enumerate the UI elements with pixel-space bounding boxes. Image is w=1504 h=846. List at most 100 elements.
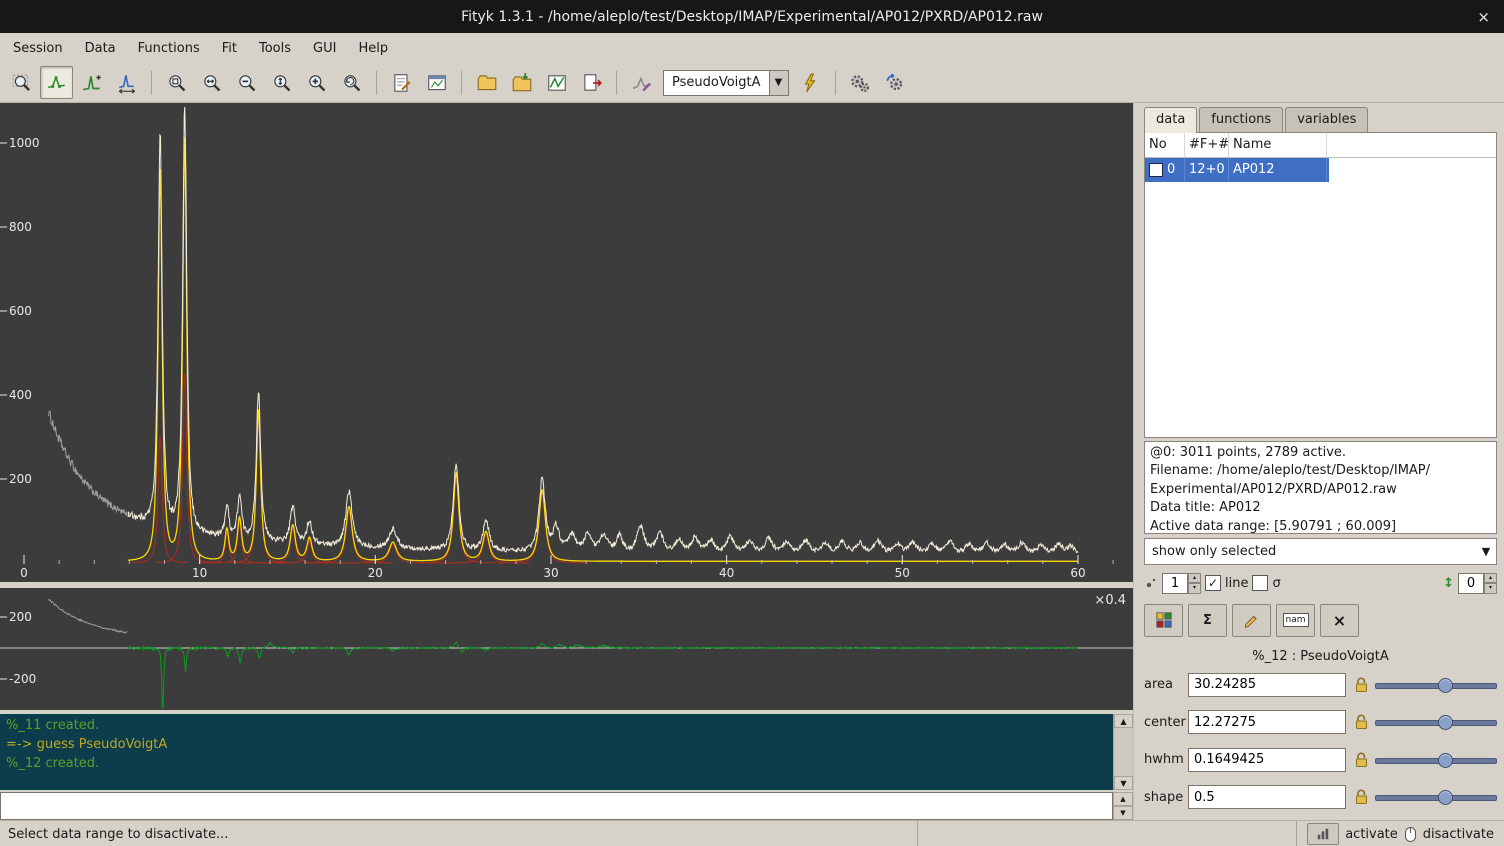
history-up-icon[interactable]: ▲ [1113, 792, 1133, 806]
shift-stepper[interactable]: ▴▾ [1458, 573, 1497, 594]
toolbar-separator [151, 71, 152, 95]
menu-session[interactable]: Session [2, 36, 74, 61]
slider-thumb[interactable] [1438, 753, 1453, 768]
menu-help[interactable]: Help [347, 36, 399, 61]
menu-gui[interactable]: GUI [302, 36, 347, 61]
rename-button[interactable]: nam [1276, 604, 1315, 637]
aux-plot[interactable]: 200-200×0.4 [0, 588, 1133, 710]
spin-down-icon[interactable]: ▾ [1484, 583, 1497, 594]
filter-dropdown[interactable]: show only selected ▼ [1144, 538, 1497, 566]
delete-button[interactable]: × [1320, 604, 1359, 637]
zoom-out-button[interactable] [230, 66, 263, 99]
panel-splitter[interactable] [1133, 103, 1142, 820]
snapshot-button[interactable] [420, 66, 453, 99]
console-text: %_11 created.=-> guess PseudoVoigtA%_12 … [0, 714, 1113, 790]
zoom-mode-button[interactable] [5, 66, 38, 99]
zoom-all-button[interactable] [160, 66, 193, 99]
zoom-in-icon [306, 72, 328, 94]
tab-variables[interactable]: variables [1285, 107, 1368, 132]
command-input[interactable] [0, 792, 1113, 820]
lock-icon[interactable] [1354, 789, 1369, 805]
spin-up-icon[interactable]: ▴ [1188, 573, 1201, 584]
spin-down-icon[interactable]: ▾ [1188, 583, 1201, 594]
open-data-custom-button[interactable] [505, 66, 538, 99]
param-area-input[interactable] [1188, 673, 1346, 697]
pencil-icon [1243, 611, 1261, 629]
menu-tools[interactable]: Tools [248, 36, 302, 61]
row-checkbox[interactable] [1149, 163, 1163, 177]
sigma-checkbox[interactable] [1252, 575, 1268, 591]
aux-plot-canvas[interactable]: 200-200×0.4 [0, 588, 1133, 710]
lock-icon[interactable] [1354, 677, 1369, 693]
param-center-input[interactable] [1188, 710, 1346, 734]
table-row[interactable]: 0 12+0 AP012 [1145, 158, 1329, 182]
param-area-slider[interactable] [1375, 675, 1497, 695]
spin-up-icon[interactable]: ▴ [1484, 573, 1497, 584]
tab-data[interactable]: data [1144, 107, 1197, 133]
history-down-icon[interactable]: ▼ [1113, 806, 1133, 820]
add-peak-mode-button[interactable] [75, 66, 108, 99]
slider-thumb[interactable] [1438, 715, 1453, 730]
data-list[interactable]: No #F+# Name 0 12+0 AP012 [1144, 132, 1497, 438]
console-scrollbar[interactable]: ▲ ▼ [1113, 714, 1133, 790]
lock-icon[interactable] [1354, 714, 1369, 730]
toolbar-separator [835, 71, 836, 95]
menu-data[interactable]: Data [74, 36, 127, 61]
sidebar-buttons: Σ nam × [1144, 604, 1497, 637]
zoom-vertical-button[interactable] [265, 66, 298, 99]
drag-peak-mode-button[interactable] [110, 66, 143, 99]
slider-thumb[interactable] [1438, 790, 1453, 805]
data-range-mode-button[interactable] [40, 66, 73, 99]
menu-functions[interactable]: Functions [127, 36, 211, 61]
open-folder-icon [476, 72, 498, 94]
param-hwhm-slider[interactable] [1375, 750, 1497, 770]
sum-button[interactable]: Σ [1188, 604, 1227, 637]
export-button[interactable] [575, 66, 608, 99]
fit-run-button[interactable] [844, 66, 877, 99]
param-shape-slider[interactable] [1375, 787, 1497, 807]
column-header-functions[interactable]: #F+# [1185, 133, 1229, 157]
edit-button[interactable] [1232, 604, 1271, 637]
svg-text:800: 800 [9, 220, 32, 234]
console-line: %_12 created. [6, 754, 1107, 773]
chevron-down-icon: ▼ [1476, 545, 1496, 558]
zoom-in-button[interactable] [300, 66, 333, 99]
toolbar-separator [616, 71, 617, 95]
tab-functions[interactable]: functions [1199, 107, 1283, 132]
log-button[interactable] [385, 66, 418, 99]
zoom-previous-button[interactable] [335, 66, 368, 99]
column-header-no[interactable]: No [1145, 133, 1185, 157]
save-session-button[interactable] [540, 66, 573, 99]
data-colors-button[interactable] [1144, 604, 1183, 637]
lock-icon[interactable] [1354, 752, 1369, 768]
line-checkbox[interactable]: ✓ [1205, 575, 1221, 591]
slider-thumb[interactable] [1438, 678, 1453, 693]
svg-text:50: 50 [895, 566, 910, 580]
status-icon-button[interactable] [1307, 823, 1339, 845]
history-arrows[interactable]: ▲ ▼ [1113, 792, 1133, 820]
param-shape-input[interactable] [1188, 785, 1346, 809]
point-size-stepper[interactable]: ▴▾ [1162, 573, 1201, 594]
close-icon[interactable]: × [1477, 0, 1490, 33]
function-type-select[interactable]: PseudoVoigtA ▼ [663, 70, 789, 96]
column-header-name[interactable]: Name [1229, 133, 1327, 157]
auto-add-button[interactable] [794, 66, 827, 99]
param-center-slider[interactable] [1375, 712, 1497, 732]
shift-input[interactable] [1458, 573, 1484, 594]
point-size-input[interactable] [1162, 573, 1188, 594]
console-line: =-> guess PseudoVoigtA [6, 735, 1107, 754]
main-plot-canvas[interactable]: 10008006004002000102030405060 [0, 103, 1133, 582]
svg-text:10: 10 [192, 566, 207, 580]
svg-text:600: 600 [9, 304, 32, 318]
scroll-down-icon[interactable]: ▼ [1114, 776, 1133, 790]
open-data-button[interactable] [470, 66, 503, 99]
main-plot[interactable]: 10008006004002000102030405060 [0, 103, 1133, 582]
menu-fit[interactable]: Fit [211, 36, 248, 61]
svg-text:400: 400 [9, 388, 32, 402]
param-hwhm-input[interactable] [1188, 748, 1346, 772]
scroll-up-icon[interactable]: ▲ [1114, 714, 1133, 728]
fit-undo-button[interactable] [879, 66, 912, 99]
param-label: center [1144, 715, 1188, 730]
strip-background-button[interactable] [625, 66, 658, 99]
zoom-horizontal-button[interactable] [195, 66, 228, 99]
